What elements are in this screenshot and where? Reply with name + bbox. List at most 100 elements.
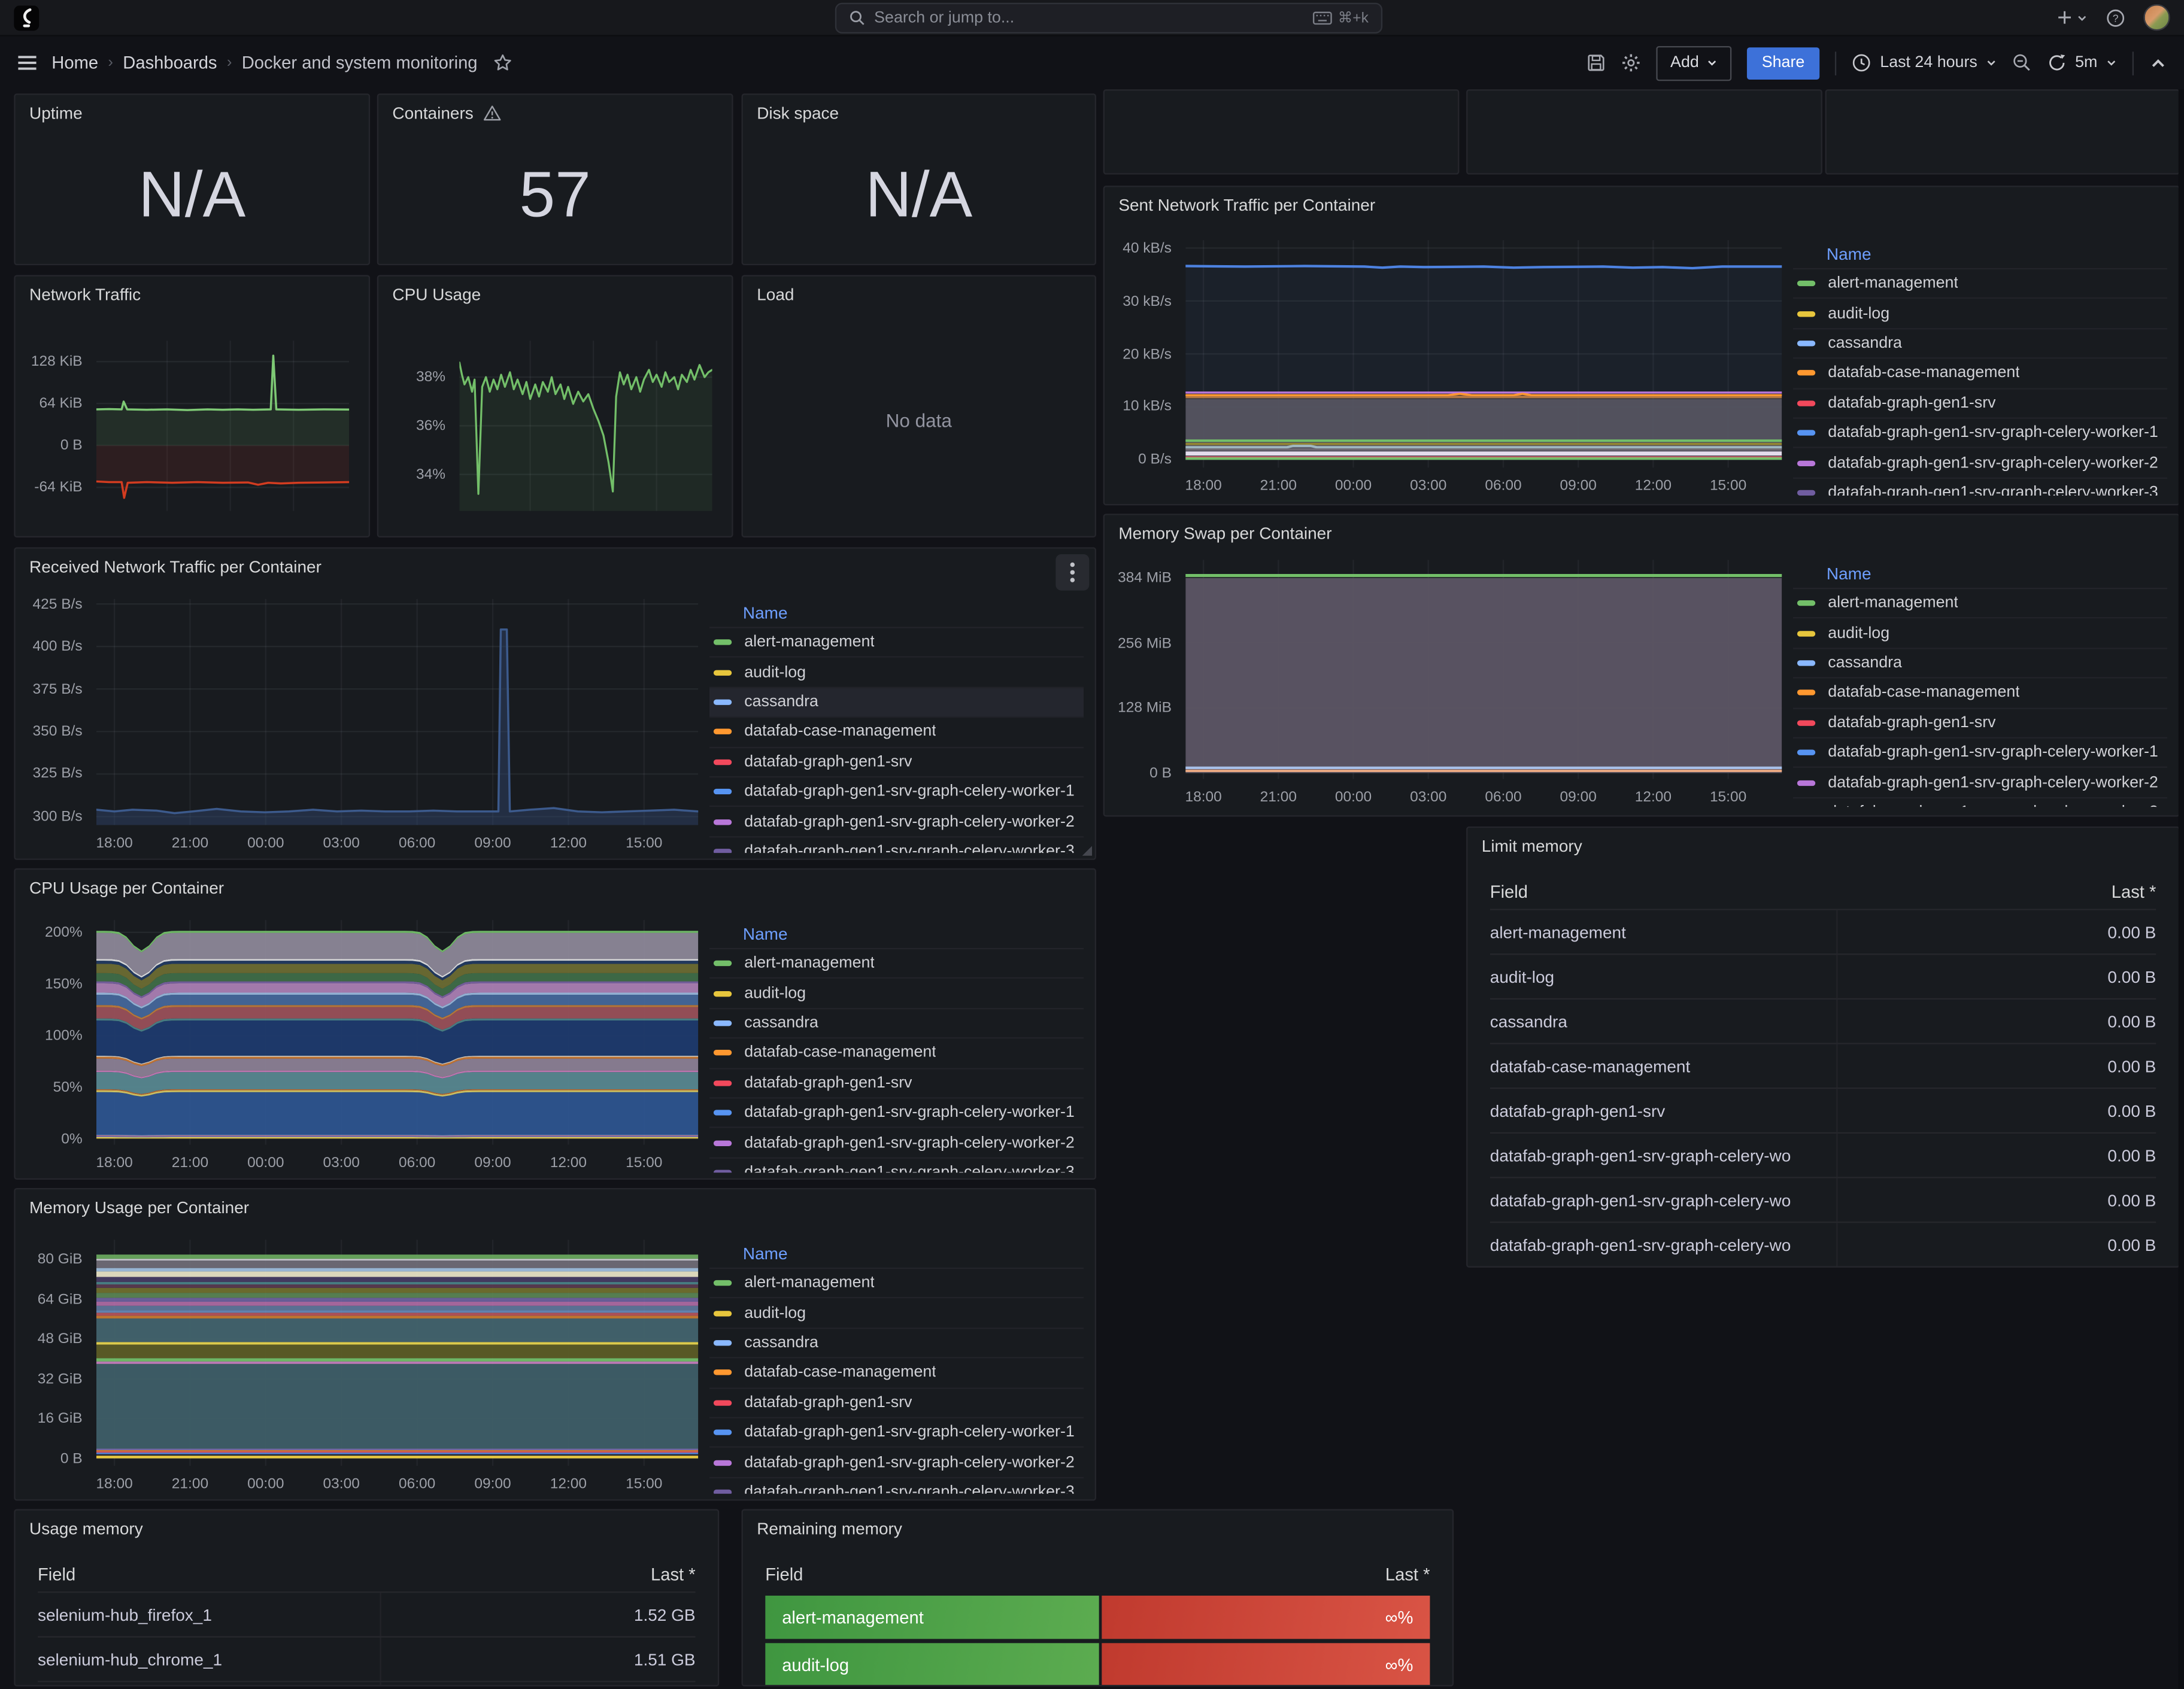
legend-header[interactable]: Name (1793, 240, 2167, 269)
legend-header[interactable]: Name (709, 920, 1084, 949)
legend-item[interactable]: datafab-graph-gen1-srv-graph-celery-work… (1793, 449, 2167, 479)
legend-item[interactable]: cassandra (1793, 329, 2167, 359)
legend-item[interactable]: alert-management (709, 949, 1084, 979)
legend-item[interactable]: alert-management (709, 1269, 1084, 1299)
time-range-picker[interactable]: Last 24 hours (1852, 53, 1997, 73)
table-row: cassandra 0.00 B (1490, 998, 2156, 1043)
panel-title[interactable]: CPU Usage per Container (29, 878, 224, 898)
legend-label: datafab-case-management (1828, 365, 2020, 382)
panel-title[interactable]: Network Traffic (29, 285, 141, 305)
panel-title[interactable]: Memory Swap per Container (1118, 524, 1331, 543)
legend-item[interactable]: datafab-graph-gen1-srv-graph-celery-work… (1793, 739, 2167, 768)
panel-title[interactable]: CPU Usage (392, 285, 481, 305)
legend-item[interactable]: alert-management (709, 628, 1084, 658)
column-header-last[interactable]: Last * (1385, 1565, 1430, 1585)
chart-plot[interactable] (96, 920, 698, 1145)
panel-title[interactable]: Uptime (29, 104, 83, 123)
legend-item[interactable]: alert-management (1793, 589, 2167, 619)
chart-plot[interactable] (96, 1240, 698, 1466)
legend-item[interactable]: alert-management (1793, 269, 2167, 299)
legend-item[interactable]: audit-log (1793, 619, 2167, 649)
column-header-field[interactable]: Field (1490, 882, 1528, 902)
share-button[interactable]: Share (1746, 47, 1820, 79)
add-button[interactable]: Add (1657, 45, 1731, 80)
legend-item[interactable]: datafab-case-management (1793, 679, 2167, 709)
panel-title[interactable]: Limit memory (1482, 836, 1582, 856)
chart-plot[interactable] (459, 341, 712, 511)
legend-header[interactable]: Name (1793, 560, 2167, 589)
settings-gear-icon[interactable] (1621, 53, 1641, 73)
legend-item[interactable]: datafab-graph-gen1-srv (709, 1389, 1084, 1418)
panel-title[interactable]: Sent Network Traffic per Container (1118, 196, 1375, 215)
panel-menu-kebab-icon[interactable] (1055, 554, 1089, 591)
legend-item[interactable]: audit-log (709, 1299, 1084, 1329)
panel-title[interactable]: Memory Usage per Container (29, 1198, 249, 1217)
legend-header[interactable]: Name (709, 1240, 1084, 1269)
refresh-picker[interactable]: 5m (2047, 53, 2117, 73)
legend-item[interactable]: datafab-case-management (709, 718, 1084, 748)
panel-title[interactable]: Containers (392, 104, 501, 123)
legend-item[interactable]: datafab-case-management (709, 1359, 1084, 1389)
breadcrumb-dashboards[interactable]: Dashboards (123, 53, 217, 73)
legend-item[interactable]: datafab-case-management (1793, 359, 2167, 389)
user-avatar[interactable] (2143, 4, 2170, 31)
legend: Name alert-management audit-log cassandr… (709, 920, 1084, 1172)
legend-item[interactable]: datafab-graph-gen1-srv-graph-celery-work… (709, 1128, 1084, 1158)
column-header-last[interactable]: Last * (651, 1565, 696, 1585)
panel-title[interactable]: Received Network Traffic per Container (29, 557, 321, 577)
search-input[interactable]: Search or jump to... ⌘+k (835, 3, 1382, 34)
containers-value: 57 (378, 131, 732, 256)
panel-title[interactable]: Disk space (757, 104, 839, 123)
legend-item[interactable]: audit-log (709, 979, 1084, 1009)
legend-item[interactable]: cassandra (1793, 649, 2167, 679)
column-header-field[interactable]: Field (38, 1565, 75, 1585)
chart-plot[interactable] (1185, 240, 1782, 467)
panel-resize-handle[interactable] (1082, 846, 1092, 855)
scrollbar-track[interactable] (2179, 89, 2184, 1689)
legend-item[interactable]: datafab-graph-gen1-srv-graph-celery-work… (709, 837, 1084, 853)
legend-item[interactable]: cassandra (709, 1329, 1084, 1359)
panel-title[interactable]: Load (757, 285, 794, 305)
legend-item[interactable]: datafab-graph-gen1-srv (709, 748, 1084, 777)
legend-color-marker (714, 1020, 732, 1026)
legend-item[interactable]: datafab-case-management (709, 1039, 1084, 1069)
zoom-out-icon[interactable] (2012, 53, 2032, 73)
grafana-logo[interactable] (14, 5, 39, 30)
legend-item[interactable]: datafab-graph-gen1-srv (1793, 709, 2167, 739)
legend-item[interactable]: datafab-graph-gen1-srv-graph-celery-work… (709, 1158, 1084, 1172)
legend-item[interactable]: audit-log (709, 658, 1084, 688)
legend-item[interactable]: datafab-graph-gen1-srv-graph-celery-work… (709, 1478, 1084, 1493)
legend-item[interactable]: datafab-graph-gen1-srv-graph-celery-work… (709, 1418, 1084, 1448)
legend-label: alert-management (744, 955, 875, 972)
legend-item[interactable]: datafab-graph-gen1-srv-graph-celery-work… (1793, 478, 2167, 496)
legend-item[interactable]: datafab-graph-gen1-srv-graph-celery-work… (709, 1448, 1084, 1478)
breadcrumb-home[interactable]: Home (51, 53, 98, 73)
legend-item[interactable]: datafab-graph-gen1-srv-graph-celery-work… (709, 807, 1084, 837)
legend-item[interactable]: datafab-graph-gen1-srv-graph-celery-work… (1793, 768, 2167, 798)
legend-item[interactable]: cassandra (709, 688, 1084, 718)
save-icon[interactable] (1587, 53, 1606, 73)
legend-item[interactable]: datafab-graph-gen1-srv-graph-celery-work… (709, 1099, 1084, 1129)
column-header-last[interactable]: Last * (2112, 882, 2156, 902)
chart-plot[interactable] (96, 599, 698, 825)
star-icon[interactable] (493, 53, 512, 73)
menu-icon[interactable] (17, 54, 38, 71)
panel-title[interactable]: Remaining memory (757, 1519, 902, 1539)
collapse-chevron-up-icon[interactable] (2149, 54, 2167, 72)
panel-title[interactable]: Usage memory (29, 1519, 143, 1539)
legend-item[interactable]: datafab-graph-gen1-srv-graph-celery-work… (709, 777, 1084, 807)
new-menu-button[interactable] (2055, 8, 2088, 26)
legend-item[interactable]: datafab-graph-gen1-srv-graph-celery-work… (1793, 798, 2167, 807)
legend-item[interactable]: audit-log (1793, 299, 2167, 329)
chart-plot[interactable] (96, 341, 349, 511)
chart-plot[interactable] (1185, 560, 1782, 779)
field-cell: audit-log (1490, 955, 1837, 998)
legend-item[interactable]: datafab-graph-gen1-srv (1793, 389, 2167, 419)
help-icon[interactable]: ? (2106, 8, 2125, 28)
legend-item[interactable]: datafab-graph-gen1-srv-graph-celery-work… (1793, 419, 2167, 449)
legend-item[interactable]: cassandra (709, 1009, 1084, 1039)
column-header-field[interactable]: Field (765, 1565, 803, 1585)
table-row: selenium-hub_chrome_1 1.51 GB (38, 1636, 696, 1681)
legend-item[interactable]: datafab-graph-gen1-srv (709, 1069, 1084, 1099)
legend-header[interactable]: Name (709, 599, 1084, 628)
